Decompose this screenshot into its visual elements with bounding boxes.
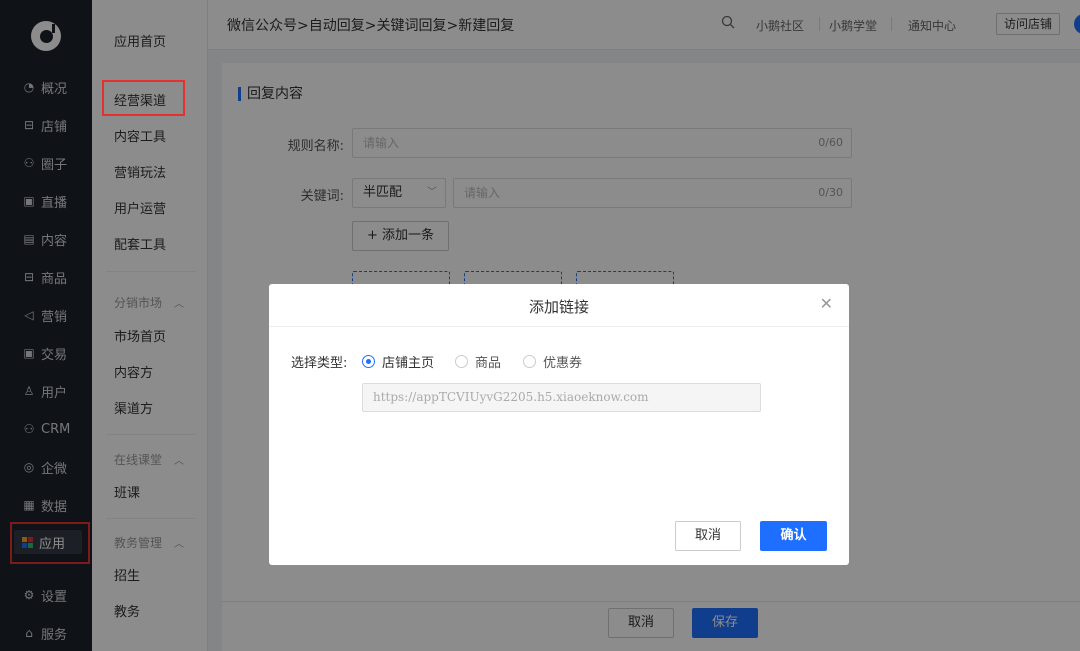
close-icon[interactable]: ✕ — [820, 294, 833, 313]
type-label: 选择类型: — [291, 356, 348, 371]
radio-label: 商品 — [475, 356, 502, 371]
radio-store-home[interactable]: 店铺主页 — [362, 352, 434, 371]
dialog-cancel-button[interactable]: 取消 — [675, 521, 741, 551]
radio-label: 优惠券 — [543, 356, 583, 371]
dialog-divider — [269, 326, 849, 327]
url-field[interactable]: https://appTCVIUyvG2205.h5.xiaoeknow.com — [362, 383, 761, 412]
radio-unchecked-icon — [523, 355, 536, 368]
dialog-title: 添加链接 — [528, 298, 589, 316]
radio-checked-icon — [362, 355, 375, 368]
radio-label: 店铺主页 — [382, 356, 435, 371]
radio-coupon[interactable]: 优惠券 — [523, 352, 582, 371]
confirm-button[interactable]: 确认 — [760, 521, 827, 551]
highlight-box-business-channel — [102, 80, 185, 116]
radio-unchecked-icon — [455, 355, 468, 368]
add-link-dialog: 添加链接 ✕ 选择类型: 店铺主页 商品 优惠券 https://appTCVI… — [269, 284, 849, 565]
radio-goods[interactable]: 商品 — [455, 352, 501, 371]
